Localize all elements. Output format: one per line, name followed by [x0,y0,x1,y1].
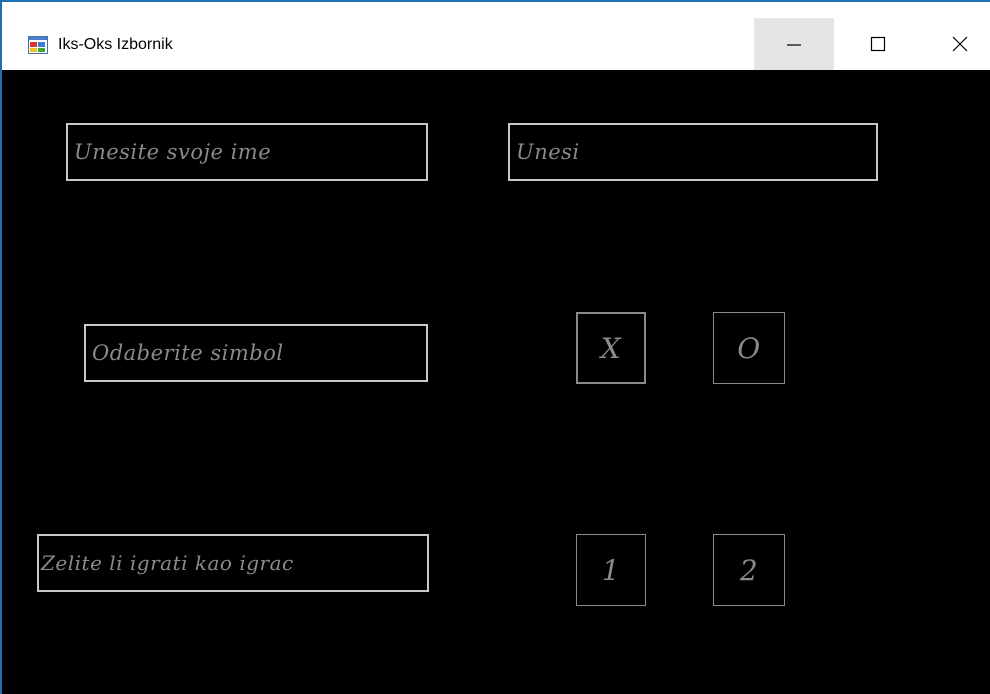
app-icon [28,36,48,54]
player-1-button[interactable]: 1 [576,534,646,606]
form-client-area: Unesite svoje ime Odaberite simbol X O Z… [2,70,990,694]
close-icon [951,35,969,53]
app-window: Iks-Oks Izbornik Unesite svoje ime Odabe… [0,0,990,694]
player-label: Zelite li igrati kao igrac [37,534,429,592]
symbol-o-button[interactable]: O [713,312,785,384]
symbol-label: Odaberite simbol [84,324,428,382]
name-label: Unesite svoje ime [66,123,428,181]
minimize-button[interactable] [754,18,834,70]
window-title: Iks-Oks Izbornik [58,36,173,53]
close-button[interactable] [920,18,990,70]
title-bar[interactable]: Iks-Oks Izbornik [2,2,990,70]
maximize-icon [870,36,886,52]
player-2-button[interactable]: 2 [713,534,785,606]
maximize-button[interactable] [838,18,918,70]
name-input[interactable] [508,123,878,181]
symbol-x-button[interactable]: X [576,312,646,384]
minimize-icon [786,36,802,52]
